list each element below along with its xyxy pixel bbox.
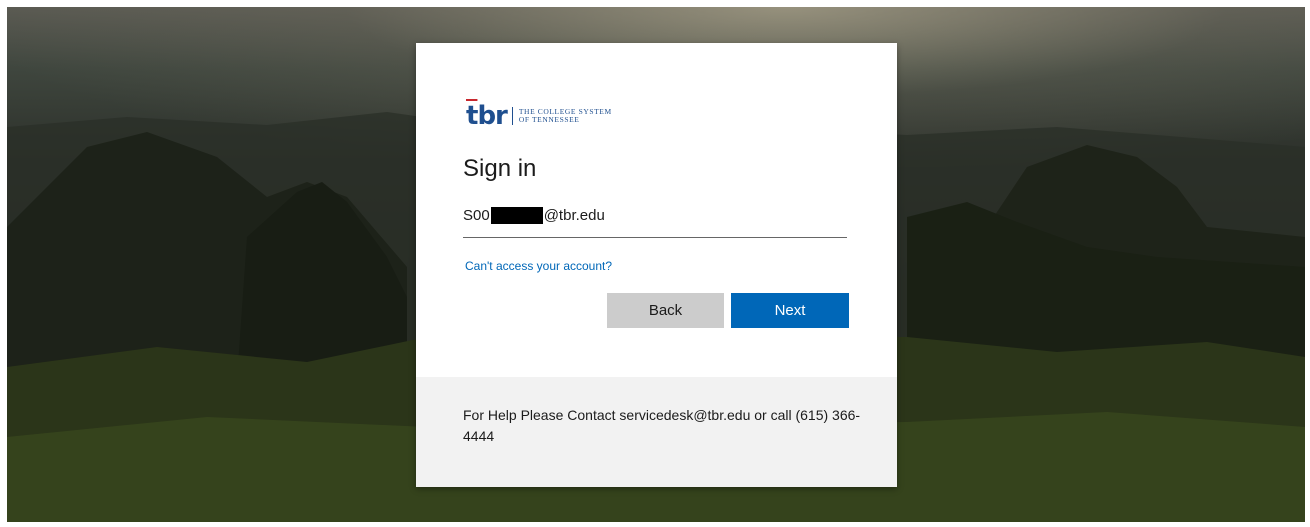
cant-access-account-link[interactable]: Can't access your account? [465,259,612,273]
email-prefix: S00 [463,207,490,224]
logo-line2: of TENNESSEE [518,115,580,124]
email-suffix: @tbr.edu [543,207,605,224]
logo-mark: tbr [466,101,508,131]
back-button[interactable]: Back [607,293,724,328]
email-value: S00 @tbr.edu [463,207,605,224]
help-footer: For Help Please Contact servicedesk@tbr.… [416,377,897,487]
tbr-logo: tbr THE COLLEGE SYSTEM of TENNESSEE [466,101,612,131]
signin-card: tbr THE COLLEGE SYSTEM of TENNESSEE Sign… [416,43,897,487]
page-title: Sign in [463,155,537,182]
redaction-bar [490,207,543,224]
help-contact-text: For Help Please Contact servicedesk@tbr.… [463,407,861,444]
logo-wordmark: THE COLLEGE SYSTEM of TENNESSEE [519,108,612,124]
logo-divider [511,107,513,125]
email-field[interactable]: S00 @tbr.edu [463,203,847,238]
next-button[interactable]: Next [731,293,849,328]
